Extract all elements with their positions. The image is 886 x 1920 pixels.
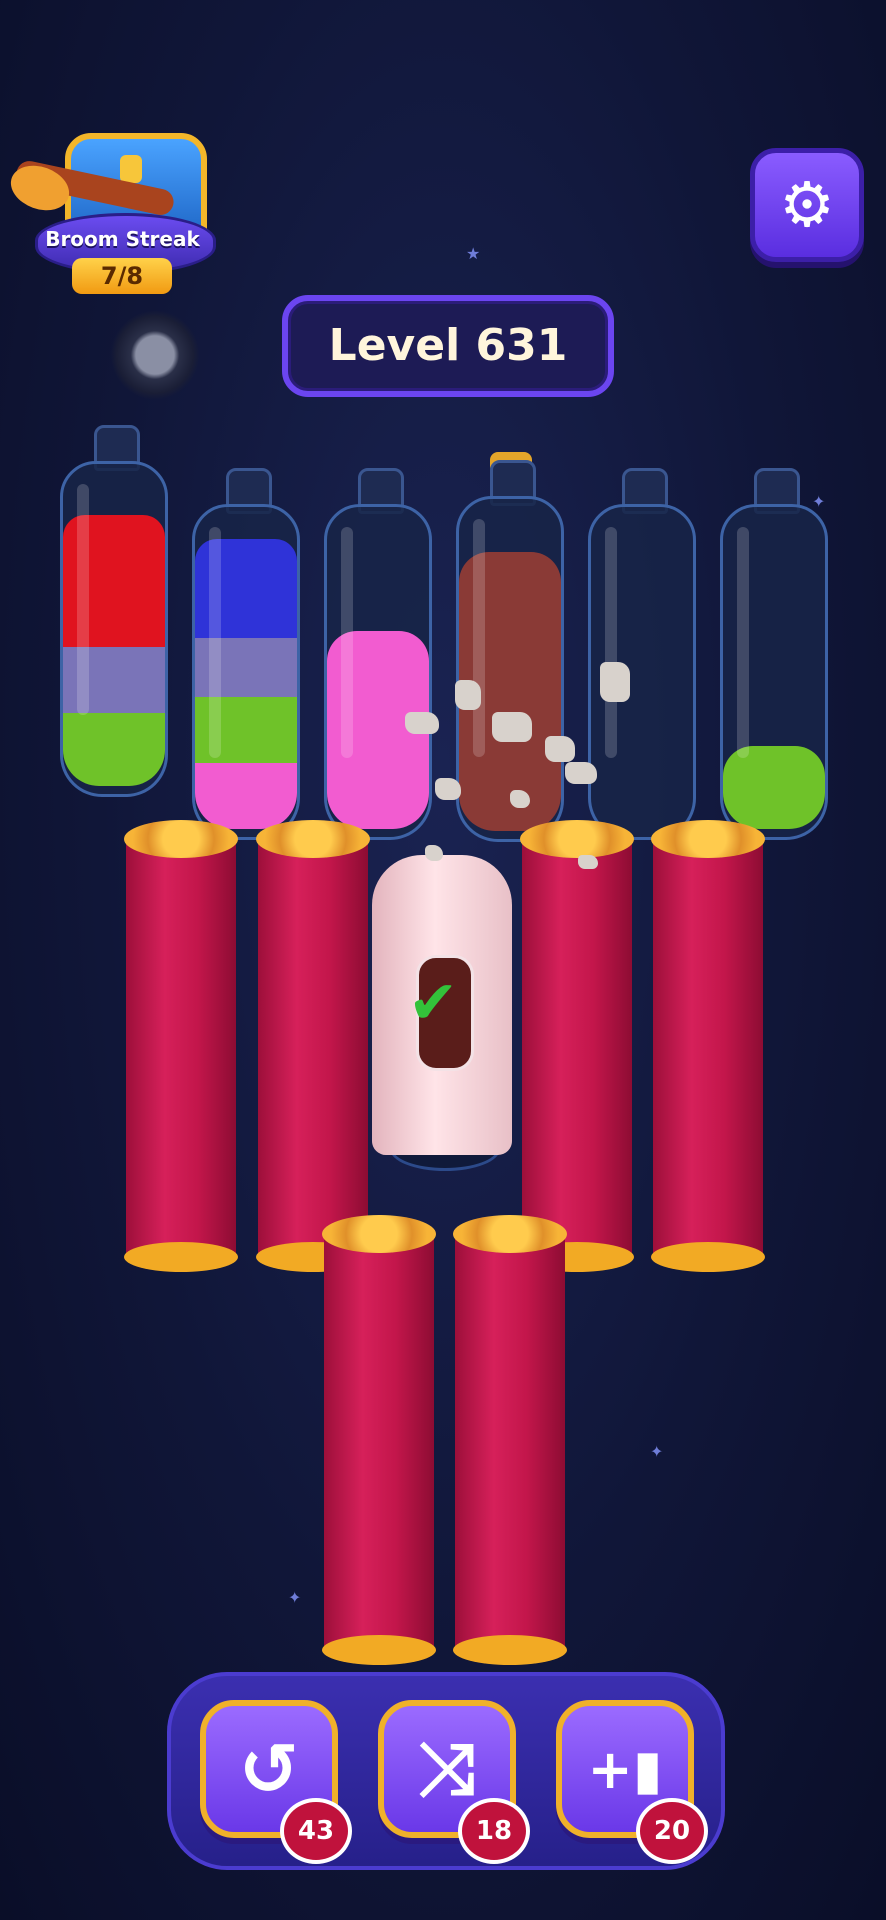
streak-label: Broom Streak — [45, 227, 200, 251]
liquid-layer — [195, 763, 297, 829]
lock-icon — [120, 155, 142, 183]
bottle-glass — [456, 496, 564, 842]
undo-icon: ↺ — [238, 1727, 300, 1811]
gear-icon: ⚙ — [779, 168, 835, 241]
bottle-6[interactable] — [720, 468, 828, 842]
rock-fragment — [425, 845, 443, 861]
add-bottle-icon: +▮ — [587, 1737, 663, 1801]
undo-count-badge: 43 — [280, 1798, 352, 1864]
bottle-1[interactable] — [60, 425, 168, 799]
shuffle-count-badge: 18 — [458, 1798, 530, 1864]
ghost-cloth-tube[interactable]: ✔ — [372, 855, 512, 1171]
glass-shine — [473, 519, 485, 757]
streak-count: 7/8 — [72, 258, 172, 294]
bottle-glass — [324, 504, 432, 840]
record-indicator-icon — [110, 310, 200, 400]
bottle-5[interactable] — [588, 468, 696, 842]
rock-fragment — [455, 680, 481, 710]
rock-fragment — [545, 736, 575, 762]
bottle-glass — [720, 504, 828, 840]
bottle-4[interactable] — [456, 452, 564, 844]
level-title: Level 631 — [282, 295, 614, 397]
rock-fragment — [600, 662, 630, 702]
shuffle-icon: ⤨ — [418, 1726, 476, 1810]
add-bottle-count-badge: 20 — [636, 1798, 708, 1864]
rock-fragment — [492, 712, 532, 742]
bottle-glass — [60, 461, 168, 797]
glass-shine — [209, 527, 221, 758]
glass-shine — [77, 484, 89, 715]
bottle-2[interactable] — [192, 468, 300, 842]
rock-fragment — [435, 778, 461, 800]
bottle-3[interactable] — [324, 468, 432, 842]
glass-shine — [605, 527, 617, 758]
rock-fragment — [405, 712, 439, 734]
liquid-layer — [63, 713, 165, 786]
star-decoration: ✦ — [650, 1442, 664, 1461]
star-decoration: ✦ — [288, 1588, 302, 1607]
settings-button[interactable]: ⚙ — [750, 148, 864, 262]
rock-fragment — [578, 855, 598, 869]
checkmark-icon: ✔ — [408, 968, 459, 1038]
rock-fragment — [565, 762, 597, 784]
glass-shine — [341, 527, 353, 758]
broom-streak-widget[interactable]: Broom Streak 7/8 — [4, 115, 216, 305]
rock-fragment — [510, 790, 530, 808]
glass-shine — [737, 527, 749, 758]
star-decoration: ★ — [466, 244, 481, 263]
bottle-glass — [192, 504, 300, 840]
liquid-layer — [723, 746, 825, 829]
